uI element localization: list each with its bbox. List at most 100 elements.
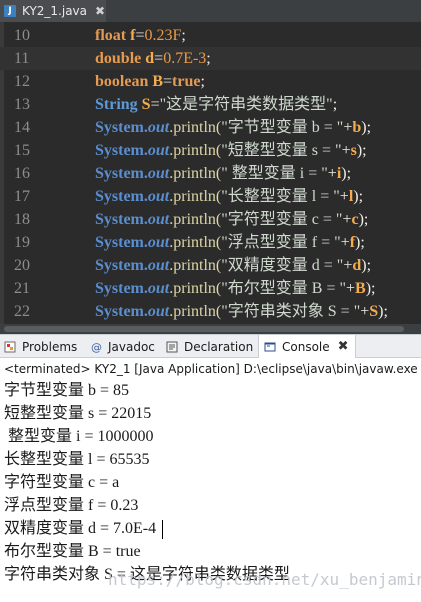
- code-line[interactable]: 11 double d=0.7E-3;: [0, 47, 421, 70]
- line-number: 11: [14, 50, 30, 67]
- console-line: 字符型变量 c = a: [4, 474, 120, 491]
- code-token: boolean: [95, 73, 153, 90]
- code-line[interactable]: 19 System.out.println("浮点型变量 f = "+f);: [0, 231, 421, 254]
- line-number: 10: [14, 27, 30, 44]
- code-token: .println(: [169, 188, 222, 205]
- javadoc-icon: @: [90, 341, 102, 354]
- code-token: B: [152, 73, 164, 90]
- tab-console[interactable]: Console ✖: [258, 335, 356, 358]
- code-line[interactable]: 12 boolean B=true;: [0, 70, 421, 93]
- tab-declaration[interactable]: Declaration: [166, 335, 253, 358]
- line-number: 15: [14, 142, 30, 159]
- scrollbar-thumb[interactable]: [4, 326, 404, 332]
- editor-tab-ky2-1[interactable]: J KY2_1.java ✖: [0, 0, 106, 22]
- console-line: 短整型变量 s = 22015: [4, 405, 152, 422]
- console-line: 布尔型变量 B = true: [4, 543, 141, 560]
- code-text: System.out.println("长整型变量 l = "+l);: [95, 185, 363, 208]
- code-token: +: [360, 303, 370, 320]
- code-token: String: [95, 96, 142, 113]
- code-token: "字符型变量 c = ": [221, 211, 343, 228]
- code-token: System.: [95, 257, 148, 274]
- code-token: S: [141, 96, 151, 113]
- code-token: .println(: [169, 280, 222, 297]
- line-number: 13: [14, 96, 30, 113]
- close-icon[interactable]: ✖: [95, 4, 105, 18]
- code-text: System.out.println("布尔型变量 B = "+B);: [95, 277, 375, 300]
- line-number: 19: [14, 234, 30, 251]
- code-token: 0.23F: [144, 27, 182, 44]
- code-text: System.out.println("短整型变量 s = "+s);: [95, 139, 367, 162]
- code-token: +: [341, 142, 351, 159]
- console-status: <terminated> KY2_1 [Java Application] D:…: [0, 358, 421, 380]
- line-number: 17: [14, 188, 30, 205]
- code-text: System.out.println(" 整型变量 i = "+i);: [95, 162, 351, 185]
- code-editor[interactable]: J KY2_1.java ✖ 10 float f=0.23F; 11 double …: [0, 0, 421, 334]
- code-token: .println(: [169, 119, 222, 136]
- code-line[interactable]: 13 String S="这是字符串类数据类型";: [0, 93, 421, 116]
- code-line[interactable]: 18 System.out.println("字符型变量 c = "+c);: [0, 208, 421, 231]
- code-token: ;: [181, 27, 186, 44]
- line-number: 22: [14, 303, 30, 320]
- code-line[interactable]: 10 float f=0.23F;: [0, 24, 421, 47]
- close-icon[interactable]: ✖: [338, 339, 349, 354]
- code-token: System.: [95, 234, 148, 251]
- code-token: +: [327, 165, 337, 182]
- code-token: out: [147, 257, 170, 274]
- code-line[interactable]: 16 System.out.println(" 整型变量 i = "+i);: [0, 162, 421, 185]
- code-token: );: [361, 119, 372, 136]
- code-line[interactable]: 21 System.out.println("布尔型变量 B = "+B);: [0, 277, 421, 300]
- code-token: System.: [95, 165, 148, 182]
- line-number: 12: [14, 73, 30, 90]
- code-area[interactable]: 10 float f=0.23F; 11 double d=0.7E-3; 12 bool…: [0, 22, 421, 334]
- code-token: );: [356, 142, 367, 159]
- code-token: .println(: [169, 257, 222, 274]
- code-token: System.: [95, 142, 148, 159]
- code-token: out: [147, 303, 170, 320]
- code-token: "布尔型变量 B = ": [221, 280, 346, 297]
- console-line: 长整型变量 l = 65535: [4, 451, 150, 468]
- code-token: System.: [95, 188, 148, 205]
- editor-horizontal-scrollbar[interactable]: [0, 324, 421, 334]
- code-token: System.: [95, 119, 148, 136]
- code-text: boolean B=true;: [95, 70, 205, 93]
- bottom-panel-tabs: Problems @ Javadoc Declaration Console ✖: [0, 334, 421, 358]
- java-file-icon: J: [4, 5, 16, 17]
- tab-console-label: Console: [282, 339, 330, 354]
- code-text: double d=0.7E-3;: [95, 47, 211, 70]
- code-token: d: [352, 257, 362, 274]
- console-line: 整型变量 i = 1000000: [4, 428, 154, 445]
- console-line: 浮点型变量 f = 0.23: [4, 497, 139, 514]
- tab-problems[interactable]: Problems: [4, 335, 77, 358]
- code-token: "长整型变量 l = ": [221, 188, 340, 205]
- code-text: System.out.println("字符型变量 c = "+c);: [95, 208, 368, 231]
- code-token: out: [147, 234, 170, 251]
- console-line: 双精度变量 d = 7.0E-4: [4, 520, 157, 537]
- console-output[interactable]: 字节型变量 b = 85 短整型变量 s = 22015 整型变量 i = 100…: [0, 380, 421, 602]
- code-token: true: [172, 73, 201, 90]
- code-token: );: [355, 234, 365, 251]
- code-line[interactable]: 14 System.out.println("字节型变量 b = "+b);: [0, 116, 421, 139]
- code-token: out: [147, 280, 170, 297]
- console-icon: [264, 341, 276, 353]
- tab-problems-label: Problems: [22, 339, 78, 354]
- code-line[interactable]: 17 System.out.println("长整型变量 l = "+l);: [0, 185, 421, 208]
- code-token: out: [147, 119, 170, 136]
- tab-javadoc[interactable]: @ Javadoc: [90, 335, 155, 358]
- code-token: "短整型变量 s = ": [221, 142, 342, 159]
- code-token: "字符串类对象 S = ": [221, 303, 361, 320]
- code-token: =: [150, 96, 160, 113]
- code-text: System.out.println("双精度变量 d = "+d);: [95, 254, 371, 277]
- code-token: );: [378, 303, 388, 320]
- code-token: b: [352, 119, 362, 136]
- code-line[interactable]: 15 System.out.println("短整型变量 s = "+s);: [0, 139, 421, 162]
- code-text: System.out.println("字符串类对象 S = "+S);: [95, 300, 388, 323]
- code-line[interactable]: 20 System.out.println("双精度变量 d = "+d);: [0, 254, 421, 277]
- code-token: +: [346, 280, 356, 297]
- code-token: " 整型变量 i = ": [221, 165, 328, 182]
- code-token: =: [163, 73, 173, 90]
- code-token: out: [147, 188, 170, 205]
- svg-text:@: @: [91, 341, 102, 353]
- code-token: +: [343, 257, 353, 274]
- code-token: );: [361, 257, 372, 274]
- code-line[interactable]: 22 System.out.println("字符串类对象 S = "+S);: [0, 300, 421, 323]
